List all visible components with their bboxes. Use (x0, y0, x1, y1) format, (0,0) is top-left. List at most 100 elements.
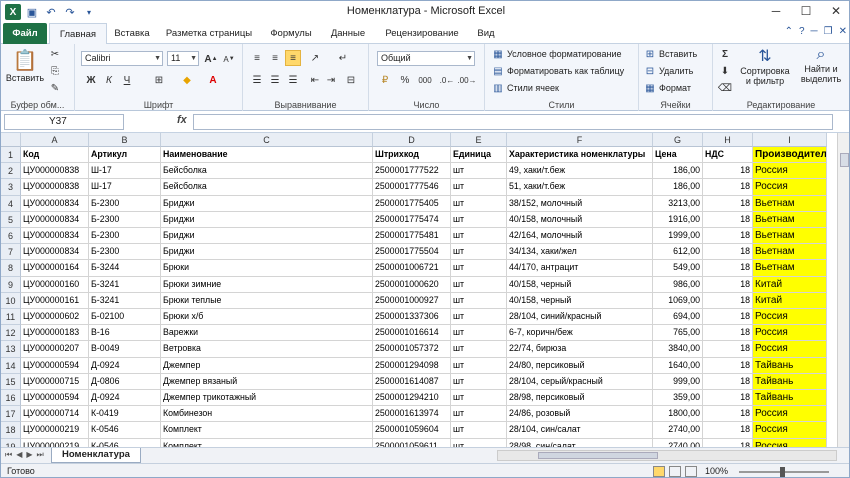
orientation-icon[interactable]: ↗ (307, 50, 323, 66)
table-cell[interactable]: Россия (753, 179, 827, 196)
table-cell[interactable]: Б-3241 (89, 292, 161, 309)
table-cell[interactable]: 28/98, син/салат (507, 438, 653, 447)
table-cell[interactable]: 549,00 (653, 260, 703, 277)
table-cell[interactable]: шт (451, 179, 507, 196)
tab-review[interactable]: Рецензирование (377, 23, 467, 44)
column-header[interactable]: F (507, 133, 653, 147)
format-as-table-button[interactable]: ▤ Форматировать как таблицу (491, 64, 624, 78)
table-cell[interactable]: Б-2300 (89, 195, 161, 212)
table-cell[interactable]: 49, хаки/т.беж (507, 163, 653, 180)
table-cell[interactable]: ЦУ000000164 (21, 260, 89, 277)
fill-icon[interactable]: ⬇ (717, 63, 733, 79)
table-cell[interactable]: шт (451, 292, 507, 309)
table-cell[interactable]: шт (451, 438, 507, 447)
cut-icon[interactable]: ✂ (47, 46, 63, 62)
table-cell[interactable]: Россия (753, 406, 827, 423)
table-cell[interactable]: 2500001294098 (373, 357, 451, 374)
table-cell[interactable]: Бриджи (161, 244, 373, 261)
table-cell[interactable]: шт (451, 325, 507, 342)
table-cell[interactable]: шт (451, 244, 507, 261)
table-cell[interactable]: Б-2300 (89, 244, 161, 261)
table-cell[interactable]: 3840,00 (653, 341, 703, 358)
table-cell[interactable]: Брюки (161, 260, 373, 277)
table-cell[interactable]: шт (451, 195, 507, 212)
table-cell[interactable]: 18 (703, 422, 753, 439)
table-cell[interactable]: В-0049 (89, 341, 161, 358)
horizontal-scrollbar[interactable] (497, 450, 837, 461)
format-cells-button[interactable]: ▦ Формат (643, 81, 691, 95)
table-cell[interactable]: 612,00 (653, 244, 703, 261)
table-cell[interactable]: ЦУ000000838 (21, 179, 89, 196)
table-cell[interactable]: К-0546 (89, 438, 161, 447)
table-cell[interactable]: шт (451, 228, 507, 245)
table-cell[interactable]: 18 (703, 276, 753, 293)
table-cell[interactable]: шт (451, 406, 507, 423)
table-cell[interactable]: 359,00 (653, 390, 703, 407)
page-break-view-icon[interactable] (685, 466, 697, 477)
align-top-icon[interactable]: ≡ (249, 50, 265, 66)
table-cell[interactable]: 28/98, персиковый (507, 390, 653, 407)
table-cell[interactable]: Б-3241 (89, 276, 161, 293)
table-cell[interactable]: 2500001000620 (373, 276, 451, 293)
table-cell[interactable]: шт (451, 422, 507, 439)
table-cell[interactable]: Вьетнам (753, 228, 827, 245)
table-cell[interactable]: шт (451, 260, 507, 277)
paste-button[interactable]: 📋 Вставить (6, 48, 44, 83)
vertical-scroll-thumb[interactable] (840, 153, 849, 167)
table-cell[interactable]: шт (451, 390, 507, 407)
merge-center-icon[interactable]: ⊟ (343, 72, 359, 88)
table-cell[interactable]: шт (451, 341, 507, 358)
table-cell[interactable]: 2500001016614 (373, 325, 451, 342)
table-cell[interactable]: 3213,00 (653, 195, 703, 212)
table-cell[interactable]: 2500001775504 (373, 244, 451, 261)
table-cell[interactable]: 18 (703, 179, 753, 196)
column-header[interactable]: B (89, 133, 161, 147)
table-cell[interactable]: Д-0924 (89, 357, 161, 374)
header-cell[interactable]: Штрихкод (373, 147, 451, 164)
table-cell[interactable]: 694,00 (653, 309, 703, 326)
header-cell[interactable]: Наименование (161, 147, 373, 164)
table-cell[interactable]: 18 (703, 244, 753, 261)
table-cell[interactable]: Вьетнам (753, 244, 827, 261)
table-cell[interactable]: 40/158, черный (507, 292, 653, 309)
first-sheet-icon[interactable]: ⏮ (5, 450, 12, 460)
table-cell[interactable]: 22/74, бирюза (507, 341, 653, 358)
column-header[interactable]: A (21, 133, 89, 147)
table-cell[interactable]: 18 (703, 292, 753, 309)
find-select-button[interactable]: ⌕ Найти и выделить (797, 46, 845, 84)
table-cell[interactable]: 2500001777546 (373, 179, 451, 196)
currency-icon[interactable]: ₽ (377, 72, 393, 88)
header-cell[interactable]: Характеристика номенклатуры (507, 147, 653, 164)
zoom-slider[interactable] (739, 467, 829, 477)
minimize-ribbon-icon[interactable]: ⌃ (785, 26, 793, 37)
table-cell[interactable]: ЦУ000000219 (21, 422, 89, 439)
table-cell[interactable]: 18 (703, 309, 753, 326)
table-cell[interactable]: 999,00 (653, 373, 703, 390)
formula-input[interactable] (193, 114, 833, 130)
table-cell[interactable]: 42/164, молочный (507, 228, 653, 245)
table-cell[interactable]: ЦУ000000207 (21, 341, 89, 358)
percent-button[interactable]: % (397, 72, 413, 88)
font-size-combo[interactable]: 11 ▼ (167, 51, 199, 66)
select-all-corner[interactable] (1, 133, 21, 147)
table-cell[interactable]: Комплект (161, 422, 373, 439)
table-cell[interactable]: Б-2300 (89, 211, 161, 228)
table-cell[interactable]: Россия (753, 422, 827, 439)
row-header[interactable]: 1 (1, 147, 21, 164)
table-cell[interactable]: 6-7, коричн/беж (507, 325, 653, 342)
table-cell[interactable]: 186,00 (653, 163, 703, 180)
table-cell[interactable]: 40/158, черный (507, 276, 653, 293)
table-cell[interactable]: 51, хаки/т.беж (507, 179, 653, 196)
table-cell[interactable]: 2500001294210 (373, 390, 451, 407)
tab-insert[interactable]: Вставка (109, 23, 155, 44)
table-cell[interactable]: 18 (703, 357, 753, 374)
increase-decimal-icon[interactable]: .0← (439, 72, 455, 88)
table-cell[interactable]: 2500001057372 (373, 341, 451, 358)
table-cell[interactable]: Бейсболка (161, 179, 373, 196)
workbook-restore-icon[interactable]: ❐ (824, 26, 833, 37)
table-cell[interactable]: Бриджи (161, 228, 373, 245)
normal-view-icon[interactable] (653, 466, 665, 477)
table-cell[interactable]: 40/158, молочный (507, 211, 653, 228)
table-cell[interactable]: 2500001777522 (373, 163, 451, 180)
table-cell[interactable]: шт (451, 309, 507, 326)
